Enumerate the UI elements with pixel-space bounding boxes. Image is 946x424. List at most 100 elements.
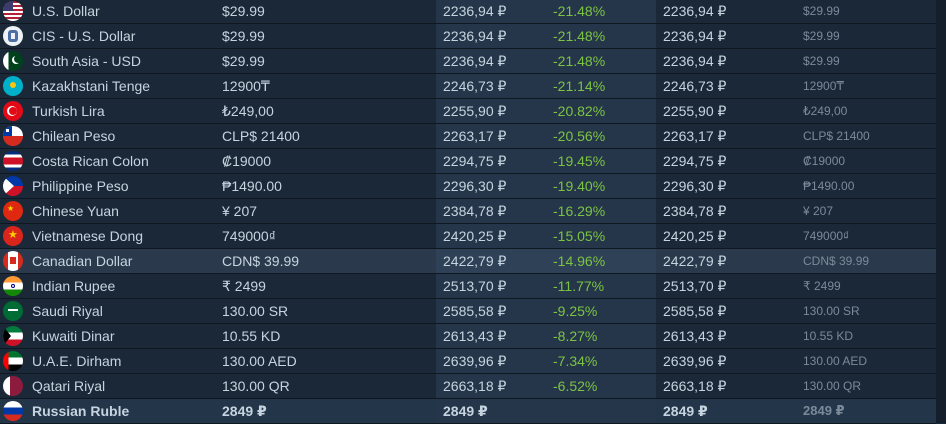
converted-price: 2384,78 ₽: [436, 199, 656, 223]
original-price: ₡19000: [803, 154, 846, 168]
price-difference: -9.25%: [553, 303, 598, 319]
cis-flag-icon: [3, 26, 23, 46]
pk-flag-icon: [3, 51, 23, 71]
price-difference: -21.48%: [553, 28, 606, 44]
table-row: Qatari Riyal 130.00 QR 2663,18 ₽ -6.52% 2663…: [0, 374, 936, 399]
converted-price-alt: 2384,78 ₽: [663, 203, 727, 219]
price-difference: -19.45%: [553, 153, 606, 169]
price-comparison-table: U.S. Dollar $29.99 2236,94 ₽ -21.48% 2236,94…: [0, 0, 946, 424]
converted-price-alt: 2639,96 ₽: [663, 353, 727, 369]
local-price: ₹ 2499: [222, 278, 266, 294]
currency-name: Russian Ruble: [32, 403, 130, 419]
converted-price-alt: 2663,18 ₽: [663, 378, 727, 394]
converted-price-alt: 2296,30 ₽: [663, 178, 727, 194]
kz-flag-icon: [3, 76, 23, 96]
converted-price: 2585,58 ₽: [436, 299, 656, 323]
local-price: CLP$ 21400: [222, 128, 300, 144]
currency-name: Vietnamese Dong: [32, 228, 144, 244]
price-difference: -8.27%: [553, 328, 598, 344]
scrollbar[interactable]: [936, 0, 946, 423]
price-difference: -11.77%: [553, 278, 605, 294]
converted-price: 2513,70 ₽: [436, 274, 656, 298]
cr-flag-icon: [3, 151, 23, 171]
original-price: 749000₫: [803, 229, 850, 243]
price-difference: -15.05%: [553, 228, 606, 244]
currency-name: Philippine Peso: [32, 178, 129, 194]
local-price: 130.00 QR: [222, 378, 290, 394]
original-price: CLP$ 21400: [803, 129, 870, 143]
table-row: Kazakhstani Tenge 12900₸ 2246,73 ₽ -21.14% 2…: [0, 74, 936, 99]
currency-name: Kuwaiti Dinar: [32, 328, 115, 344]
price-difference: -20.56%: [553, 128, 606, 144]
converted-price-alt: 2246,73 ₽: [663, 78, 727, 94]
local-price: CDN$ 39.99: [222, 253, 300, 269]
in-flag-icon: [3, 276, 23, 296]
currency-name: Saudi Riyal: [32, 303, 103, 319]
local-price: ₺249,00: [222, 103, 274, 119]
converted-price-alt: 2513,70 ₽: [663, 278, 727, 294]
converted-price: 2263,17 ₽: [436, 124, 656, 148]
price-difference: -21.48%: [553, 53, 606, 69]
converted-price-alt: 2263,17 ₽: [663, 128, 727, 144]
converted-price: 2236,94 ₽: [436, 0, 656, 23]
currency-name: Qatari Riyal: [32, 378, 106, 394]
us-flag-icon: [3, 1, 23, 21]
converted-price: 2294,75 ₽: [436, 149, 656, 173]
table-row: ★ Vietnamese Dong 749000₫ 2420,25 ₽ -15.05% 2…: [0, 224, 936, 249]
converted-price-alt: 2236,94 ₽: [663, 28, 727, 44]
table-row: Turkish Lira ₺249,00 2255,90 ₽ -20.82% 2255,…: [0, 99, 936, 124]
converted-price: 2422,79 ₽: [436, 249, 656, 273]
original-price: $29.99: [803, 4, 840, 18]
currency-name: Chinese Yuan: [32, 203, 119, 219]
converted-price: 2420,25 ₽: [436, 224, 656, 248]
currency-name: Chilean Peso: [32, 128, 116, 144]
converted-price: 2236,94 ₽: [436, 24, 656, 48]
local-price: 2849 ₽: [222, 403, 267, 419]
original-price: 130.00 AED: [803, 354, 868, 368]
table-row: CIS - U.S. Dollar $29.99 2236,94 ₽ -21.48% 2…: [0, 24, 936, 49]
table-row: ★ Chinese Yuan ¥ 207 2384,78 ₽ -16.29% 2384,7…: [0, 199, 936, 224]
ph-flag-icon: [3, 176, 23, 196]
price-difference: -21.48%: [553, 3, 606, 19]
local-price: 130.00 AED: [222, 353, 297, 369]
original-price: ₹ 2499: [803, 279, 841, 293]
converted-price: 2236,94 ₽: [436, 49, 656, 73]
kw-flag-icon: [3, 326, 23, 346]
original-price: ¥ 207: [803, 204, 834, 218]
original-price: 130.00 QR: [803, 379, 862, 393]
local-price: 749000₫: [222, 228, 276, 244]
table-row: Chilean Peso CLP$ 21400 2263,17 ₽ -20.56% 22…: [0, 124, 936, 149]
local-price: ₡19000: [222, 153, 272, 169]
converted-price-alt: 2585,58 ₽: [663, 303, 727, 319]
price-difference: -16.29%: [553, 203, 606, 219]
ca-flag-icon: [3, 251, 23, 271]
price-difference: -19.40%: [553, 178, 606, 194]
currency-name: U.A.E. Dirham: [32, 353, 122, 369]
currency-name: Costa Rican Colon: [32, 153, 149, 169]
table-row: Canadian Dollar CDN$ 39.99 2422,79 ₽ -14.96…: [0, 249, 936, 274]
ae-flag-icon: [3, 351, 23, 371]
table-row: Indian Rupee ₹ 2499 2513,70 ₽ -11.77% 2513,7…: [0, 274, 936, 299]
currency-name: South Asia - USD: [32, 53, 141, 69]
original-price: 130.00 SR: [803, 304, 860, 318]
converted-price-alt: 2255,90 ₽: [663, 103, 727, 119]
original-price: ₱1490.00: [803, 179, 855, 193]
tr-flag-icon: [3, 101, 23, 121]
converted-price: 2255,90 ₽: [436, 99, 656, 123]
price-difference: -6.52%: [553, 378, 598, 394]
converted-price: 2663,18 ₽: [436, 374, 656, 398]
table-row: Kuwaiti Dinar 10.55 KD 2613,43 ₽ -8.27% 2613…: [0, 324, 936, 349]
table-row: U.S. Dollar $29.99 2236,94 ₽ -21.48% 2236,94…: [0, 0, 936, 24]
table-row: Philippine Peso ₱1490.00 2296,30 ₽ -19.40% 2…: [0, 174, 936, 199]
currency-name: U.S. Dollar: [32, 3, 100, 19]
original-price: ₺249,00: [803, 104, 848, 118]
converted-price-alt: 2849 ₽: [663, 403, 708, 419]
price-difference: -20.82%: [553, 103, 606, 119]
converted-price-alt: 2613,43 ₽: [663, 328, 727, 344]
converted-price-alt: 2294,75 ₽: [663, 153, 727, 169]
converted-price: 2246,73 ₽: [436, 74, 656, 98]
local-price: ¥ 207: [222, 203, 258, 219]
qa-flag-icon: [3, 376, 23, 396]
original-price: 10.55 KD: [803, 329, 854, 343]
local-price: 10.55 KD: [222, 328, 281, 344]
